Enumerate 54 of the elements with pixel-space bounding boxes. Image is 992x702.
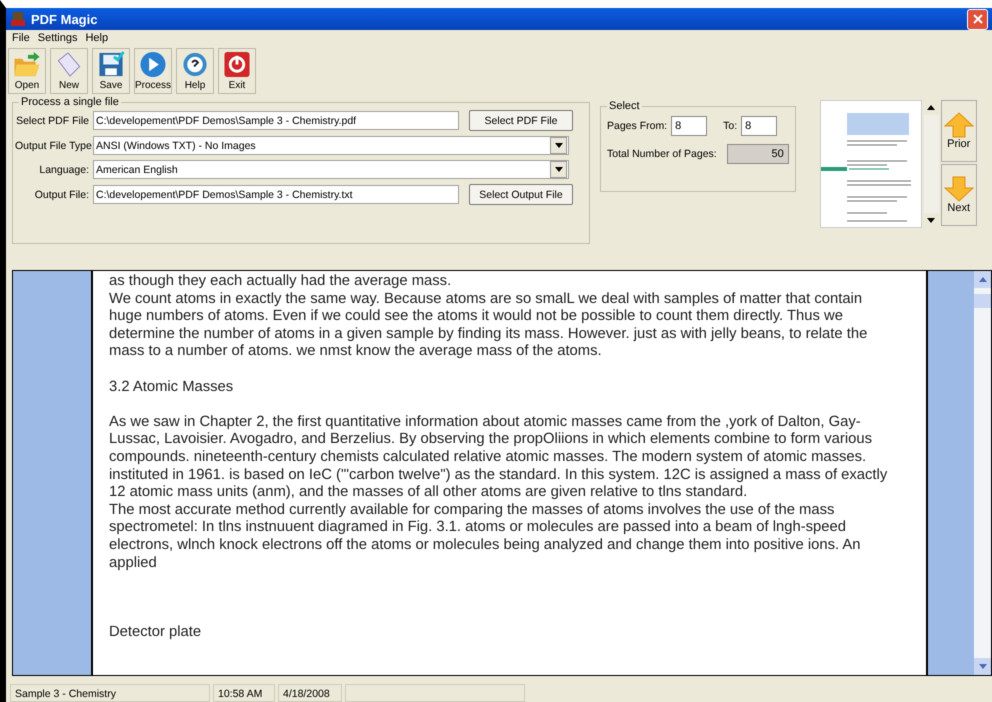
document-paragraph: as though they each actually had the average mass.: [109, 273, 452, 291]
field-label: Total Number of Pages:: [607, 148, 717, 160]
toolbar-button[interactable]: Open: [8, 48, 46, 94]
menu-item[interactable]: Help: [85, 32, 108, 44]
up-arrow-icon: [944, 112, 974, 138]
path-field[interactable]: C:\developement\PDF Demos\Sample 3 - Chemistry.txt: [93, 185, 459, 204]
total-pages-field: 50: [726, 144, 789, 164]
down-arrow-icon: [927, 218, 936, 223]
document-paragraph: We count atoms in exactly the same way. Because atoms are so smalL we deal with samples of matter that contain huge numbers of atoms. Even if we could see the atoms it would not be possible to count them directly. Thus we determine the number of atoms in a given sample by finding its mass. However. just as with jelly beans, to relate the mass to a number of atoms. we nmst know the average mass of the atoms.: [109, 290, 868, 361]
dropdown[interactable]: American English: [93, 160, 569, 179]
status-bar-panel: 10:58 AM: [213, 684, 275, 702]
status-bar-panel: Sample 3 - Chemistry: [10, 684, 210, 702]
menu-item[interactable]: Settings: [38, 32, 78, 44]
page-nav-button[interactable]: Next: [940, 164, 977, 226]
caret-icon: [554, 143, 562, 148]
menu-item[interactable]: File: [12, 32, 30, 44]
field-label: Pages From:: [607, 120, 668, 132]
down-arrow-icon: [978, 664, 986, 669]
document-paragraph: As we saw in Chapter 2, the first quantitative information about atomic masses came from the ,york of Dalton, Gay-Lussac, Lavoisier. Avogadro, and Berzelius. By observing the propOliions in which elements combine to form various compounds. nineteenth-century chemists calculated relative atomic masses. The modern system of atomic masses. instituted in 1961. is based on IeC ("'carbon twelve") as the standard. In this system. 12C is assigned a mass of exactly 12 atomic mass units (anm), and the masses of all other atoms are given relative to tlns standard.: [109, 414, 888, 502]
caret-icon: [554, 167, 562, 172]
group-title: Select: [608, 100, 641, 112]
toolbar-button[interactable]: Exit: [218, 48, 256, 94]
status-bar-panel: 4/18/2008: [278, 684, 342, 702]
page-to-field[interactable]: 8: [741, 116, 778, 136]
group-title: Process a single file: [20, 96, 120, 108]
app-icon: [10, 11, 26, 27]
field-label: To:: [723, 120, 738, 132]
folder-icon: [12, 51, 42, 78]
select-file-button[interactable]: Select Output File: [469, 184, 573, 205]
close-button[interactable]: [967, 8, 988, 30]
toolbar-button[interactable]: Process: [134, 48, 172, 94]
document-scrollbar[interactable]: [974, 271, 991, 675]
field-label: Output File:: [34, 188, 89, 200]
page-nav-button[interactable]: Prior: [940, 100, 977, 162]
down-arrow-icon: [944, 176, 974, 202]
up-arrow-icon: [978, 277, 986, 282]
up-arrow-icon: [927, 105, 936, 110]
field-label: Select PDF File: [15, 114, 89, 126]
field-label: Language:: [38, 164, 89, 176]
window-title: PDF Magic: [31, 12, 98, 26]
toolbar-button[interactable]: New: [50, 48, 88, 94]
toolbar-button[interactable]: Save: [92, 48, 130, 94]
figure-caption: Detector plate: [109, 624, 202, 642]
close-icon: [972, 13, 984, 25]
power-icon: [222, 51, 252, 78]
dropdown[interactable]: ANSI (Windows TXT) - No Images: [93, 136, 569, 155]
page-from-field[interactable]: 8: [671, 116, 708, 136]
select-file-button[interactable]: Select PDF File: [469, 110, 573, 131]
scrollbar-thumb[interactable]: [974, 294, 991, 308]
toolbar-button[interactable]: Help: [176, 48, 214, 94]
document-paragraph: The most accurate method currently available for comparing the masses of atoms involves the use of the mass spectrometel: In tlns instnuuent diagramed in Fig. 3.1. atoms or molecules are passed into a beam of lngh-speed electrons, wlnch knock electrons off the atoms or molecules being analyzed and change them into positive ions. An applied: [109, 502, 862, 572]
section-heading: 3.2 Atomic Masses: [109, 378, 234, 396]
play-icon: [138, 51, 168, 78]
path-field[interactable]: C:\developement\PDF Demos\Sample 3 - Chemistry.pdf: [93, 111, 459, 130]
